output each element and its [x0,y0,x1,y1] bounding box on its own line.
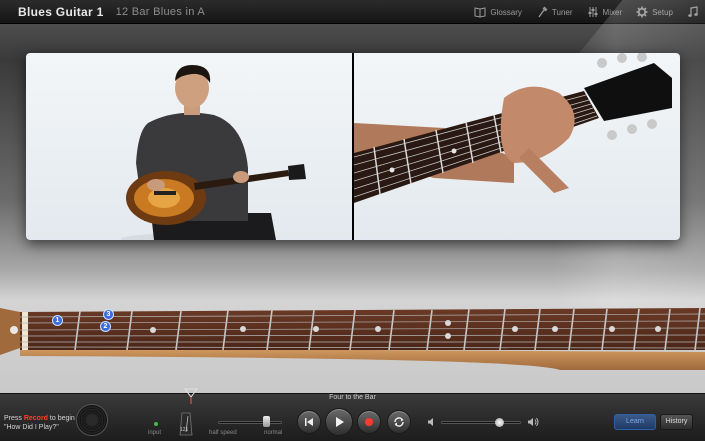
speed-slider-knob[interactable] [263,416,270,427]
learn-button[interactable]: Learn [614,414,656,430]
volume-slider-knob[interactable] [494,418,504,427]
play-button[interactable] [325,408,353,436]
finger-marker-3: 3 [103,309,114,320]
metronome-value: 121 [180,427,189,433]
volume-high-icon [528,417,539,427]
glossary-label: Glossary [490,7,522,17]
record-word: Record [23,415,48,422]
rewind-button[interactable] [297,410,321,434]
tuner-button[interactable]: Tuner [536,6,573,18]
rewind-icon [305,418,313,426]
mixer-label: Mixer [602,7,623,17]
normal-speed-label: normal [264,430,283,436]
instructor-video [26,53,352,240]
lesson-title: Blues Guitar 1 [18,4,104,19]
record-icon [365,418,373,426]
setup-button[interactable]: Setup [636,6,673,18]
tuner-label: Tuner [551,7,573,17]
record-hint: Press Record to begin "How Did I Play?" [4,415,75,431]
music-note-icon [688,6,698,17]
lesson-subtitle: 12 Bar Blues in A [115,5,206,18]
song-section-label: Four to the Bar [329,394,376,401]
song-button[interactable] [687,6,699,18]
playhead-marker[interactable] [184,388,198,404]
record-button[interactable] [357,410,381,434]
history-button[interactable]: History [660,414,693,430]
book-icon [474,7,486,18]
instructor-figure [121,65,306,240]
volume-low-icon [428,418,433,426]
gear-icon [636,6,648,18]
input-label: input [148,430,162,436]
glossary-button[interactable]: Glossary [474,6,522,18]
top-bar: Blues Guitar 1 12 Bar Blues in A Glossar… [0,0,705,24]
play-icon [336,417,344,427]
mixer-icon [588,7,598,17]
speed-slider[interactable] [218,421,282,424]
cycle-button[interactable] [387,410,411,434]
input-level-led [154,422,158,426]
loop-icon [394,417,404,427]
half-speed-label: half speed [209,430,237,436]
finger-marker-1: 1 [52,315,63,326]
tuning-fork-icon [538,6,548,18]
video-area [26,53,680,240]
fretboard: 1 3 2 [0,300,705,370]
closeup-video [353,53,680,240]
volume-slider[interactable] [441,421,521,424]
metronome-button[interactable]: 121 [179,412,193,441]
setup-label: Setup [652,7,673,17]
finger-marker-2: 2 [100,321,111,332]
how-did-i-play-button[interactable] [76,404,108,436]
mixer-button[interactable]: Mixer [587,6,623,18]
fretboard-closeup [353,53,672,203]
top-nav: Glossary Tuner Mixer Setup [474,0,699,24]
